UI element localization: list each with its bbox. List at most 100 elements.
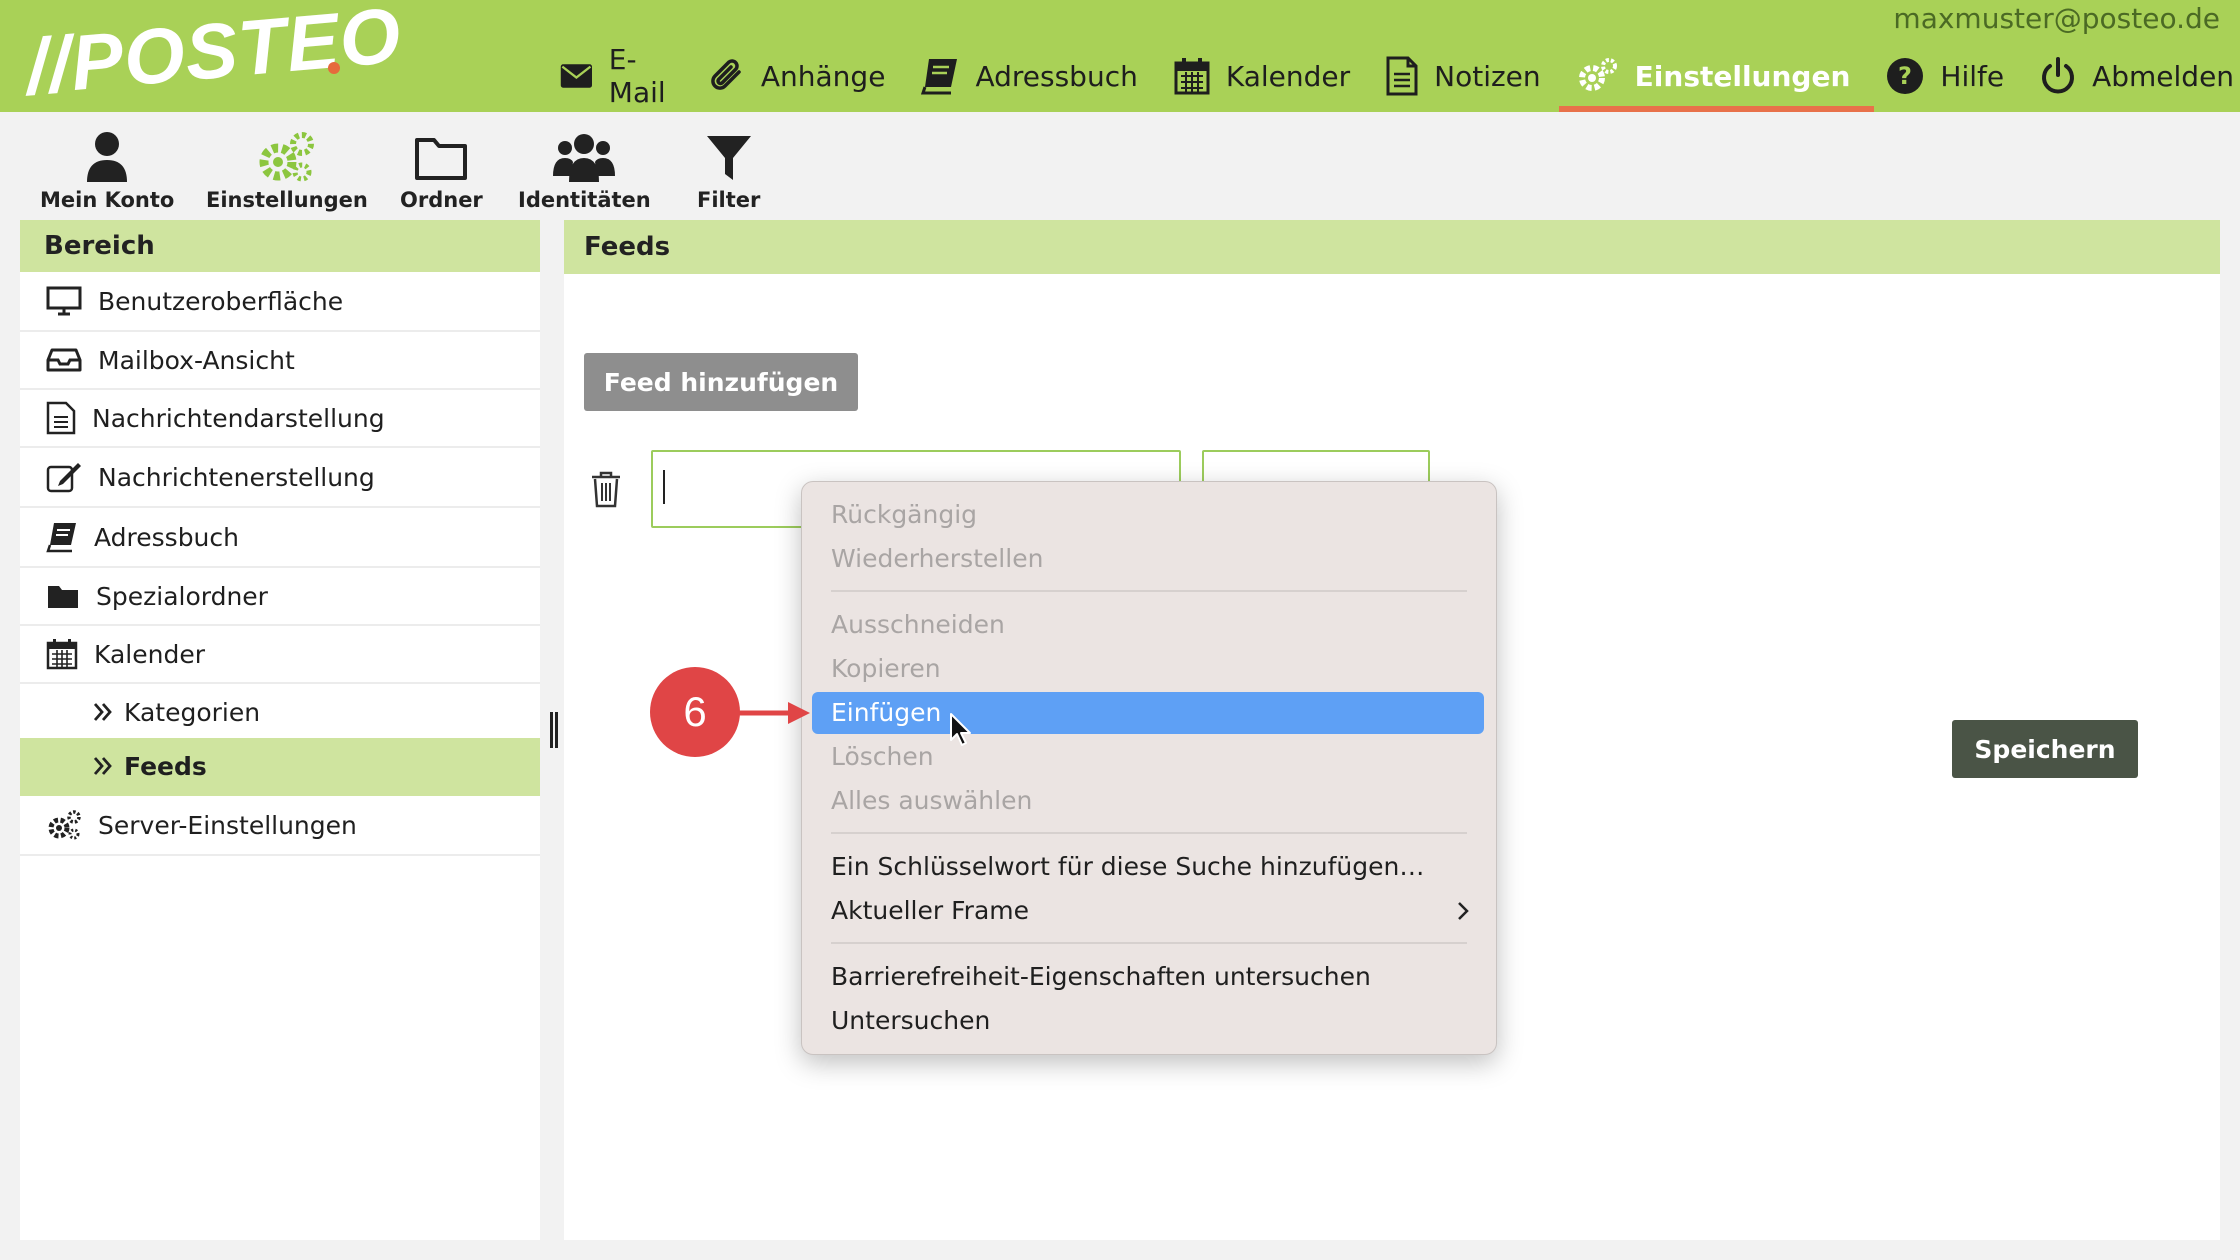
menu-item-select-all[interactable]: Alles auswählen xyxy=(802,780,1496,822)
menu-item-copy[interactable]: Kopieren xyxy=(802,648,1496,690)
nav-attachments-label: Anhänge xyxy=(760,59,886,93)
toolbar-folders[interactable]: Ordner xyxy=(400,130,483,212)
account-email: maxmuster@posteo.de xyxy=(1893,2,2220,35)
sidebar-item-feeds[interactable]: Feeds xyxy=(20,738,540,796)
double-chevron-icon xyxy=(93,703,112,721)
menu-item-delete[interactable]: Löschen xyxy=(802,736,1496,778)
monitor-icon xyxy=(46,286,82,316)
folder-icon xyxy=(48,586,78,608)
menu-item-undo[interactable]: Rückgängig xyxy=(802,494,1496,536)
sidebar-item-label: Adressbuch xyxy=(94,522,239,552)
nav-notes[interactable]: Notizen xyxy=(1386,48,1541,104)
logo-dot xyxy=(328,62,340,74)
users-icon xyxy=(553,134,616,182)
top-bar: maxmuster@posteo.de //POSTEO E-Mail Anhä… xyxy=(0,0,2240,112)
nav-calendar[interactable]: Kalender xyxy=(1174,48,1350,104)
menu-item-current-frame-label: Aktueller Frame xyxy=(831,896,1029,925)
sidebar-item-label: Spezialordner xyxy=(96,581,268,611)
nav-attachments[interactable]: Anhänge xyxy=(711,48,886,104)
paperclip-icon xyxy=(711,59,741,90)
sidebar-item-label: Mailbox-Ansicht xyxy=(98,345,295,375)
mouse-cursor-icon xyxy=(950,713,971,746)
nav-email[interactable]: E-Mail xyxy=(560,43,675,109)
toolbar-identities-label: Identitäten xyxy=(518,188,651,212)
sidebar-item-calendar[interactable]: Kalender xyxy=(20,626,540,684)
nav-settings-label: Einstellungen xyxy=(1634,59,1851,93)
sidebar-item-label: Server-Einstellungen xyxy=(98,810,357,840)
nav-addressbook-label: Adressbuch xyxy=(975,59,1138,93)
menu-item-redo[interactable]: Wiederherstellen xyxy=(802,538,1496,580)
toolbar-settings[interactable]: Einstellungen xyxy=(206,130,368,212)
sidebar-item-categories[interactable]: Kategorien xyxy=(20,684,540,742)
panel-splitter[interactable] xyxy=(550,712,558,748)
sidebar-item-ui[interactable]: Benutzeroberfläche xyxy=(20,272,540,332)
chevron-right-icon xyxy=(1458,902,1469,920)
power-icon xyxy=(2042,57,2075,94)
posteo-logo[interactable]: //POSTEO xyxy=(22,0,405,113)
nav-logout-label: Abmelden xyxy=(2092,59,2235,93)
toolbar-filter-label: Filter xyxy=(697,188,761,212)
menu-separator xyxy=(831,590,1467,592)
calendar-icon xyxy=(1174,58,1210,95)
trash-icon[interactable] xyxy=(590,470,622,508)
address-book-icon xyxy=(921,59,958,95)
menu-item-inspect-accessibility[interactable]: Barrierefreiheit-Eigenschaften untersuch… xyxy=(802,956,1496,998)
svg-text:?: ? xyxy=(1898,62,1912,90)
nav-notes-label: Notizen xyxy=(1434,59,1541,93)
document-icon xyxy=(46,401,76,435)
gears-icon xyxy=(48,810,81,840)
sidebar-item-label: Nachrichtendarstellung xyxy=(92,403,385,433)
nav-calendar-label: Kalender xyxy=(1225,59,1351,93)
toolbar-my-account-label: Mein Konto xyxy=(40,188,175,212)
sidebar-item-message-display[interactable]: Nachrichtendarstellung xyxy=(20,390,540,448)
calendar-icon xyxy=(46,639,78,670)
address-book-icon xyxy=(46,523,76,553)
inbox-icon xyxy=(46,348,82,372)
toolbar-settings-label: Einstellungen xyxy=(206,188,368,212)
add-feed-button[interactable]: Feed hinzufügen xyxy=(584,353,858,411)
sidebar-item-server-settings[interactable]: Server-Einstellungen xyxy=(20,796,540,856)
toolbar-my-account[interactable]: Mein Konto xyxy=(40,130,174,212)
menu-item-cut[interactable]: Ausschneiden xyxy=(802,604,1496,646)
sidebar-item-label: Nachrichtenerstellung xyxy=(98,462,375,492)
sidebar-item-mailbox[interactable]: Mailbox-Ansicht xyxy=(20,332,540,390)
nav-settings[interactable]: Einstellungen xyxy=(1558,48,1875,112)
menu-item-inspect[interactable]: Untersuchen xyxy=(802,1000,1496,1042)
save-button[interactable]: Speichern xyxy=(1952,720,2138,778)
panel-heading: Feeds xyxy=(564,220,2220,274)
menu-item-add-keyword[interactable]: Ein Schlüsselwort für diese Suche hinzuf… xyxy=(802,846,1496,888)
envelope-icon xyxy=(560,64,593,88)
nav-addressbook[interactable]: Adressbuch xyxy=(921,48,1138,104)
context-menu: Rückgängig Wiederherstellen Ausschneiden… xyxy=(801,481,1497,1055)
main-nav: E-Mail Anhänge Adressbuch Kalender Notiz… xyxy=(560,43,2240,112)
folder-icon xyxy=(415,138,468,180)
sidebar-item-message-compose[interactable]: Nachrichtenerstellung xyxy=(20,448,540,508)
toolbar-identities[interactable]: Identitäten xyxy=(518,130,651,212)
compose-icon xyxy=(46,463,81,493)
help-icon: ? xyxy=(1887,58,1924,94)
menu-item-paste[interactable]: Einfügen xyxy=(812,692,1484,734)
settings-toolbar: Mein Konto Einstellungen Ordner Identitä… xyxy=(0,112,2240,218)
gears-icon xyxy=(259,132,314,182)
sidebar-item-label: Benutzeroberfläche xyxy=(98,286,344,316)
note-icon xyxy=(1386,56,1418,96)
gears-icon xyxy=(1578,58,1617,91)
menu-separator xyxy=(831,832,1467,834)
sidebar-heading: Bereich xyxy=(20,220,540,272)
text-caret xyxy=(663,470,665,504)
double-chevron-icon xyxy=(93,757,112,775)
nav-help[interactable]: ? Hilfe xyxy=(1886,48,2004,104)
toolbar-filter[interactable]: Filter xyxy=(697,130,760,212)
user-icon xyxy=(87,132,128,182)
sidebar-item-special-folders[interactable]: Spezialordner xyxy=(20,568,540,626)
sidebar-item-addressbook[interactable]: Adressbuch xyxy=(20,508,540,568)
sidebar-item-label: Feeds xyxy=(124,751,207,781)
menu-item-current-frame[interactable]: Aktueller Frame xyxy=(802,890,1496,932)
menu-separator xyxy=(831,942,1467,944)
step-badge: 6 xyxy=(650,667,740,757)
nav-help-label: Hilfe xyxy=(1940,59,2005,93)
nav-logout[interactable]: Abmelden xyxy=(2040,48,2234,104)
sidebar-item-label: Kalender xyxy=(94,639,205,669)
sidebar-item-label: Kategorien xyxy=(124,697,261,727)
nav-email-label: E-Mail xyxy=(608,43,666,109)
